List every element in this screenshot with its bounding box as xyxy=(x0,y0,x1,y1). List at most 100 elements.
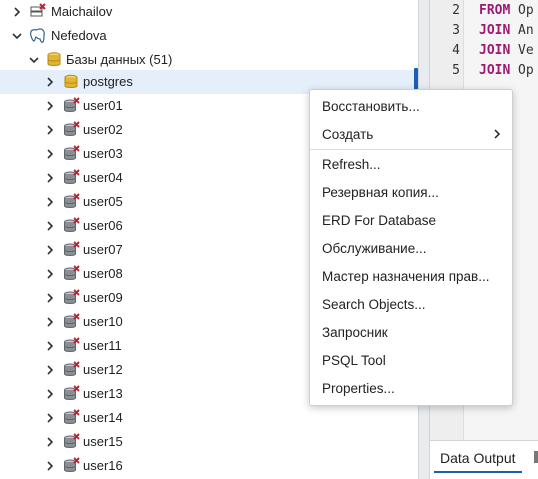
database-disconnected-icon xyxy=(62,337,80,355)
database-node-user14[interactable]: user14 xyxy=(0,406,418,430)
sql-keyword: FROM xyxy=(479,3,511,18)
database-disconnected-icon xyxy=(62,361,80,379)
server-node-nefedova[interactable]: Nefedova xyxy=(0,24,418,48)
line-number: 5 xyxy=(452,63,460,78)
database-disconnected-icon xyxy=(62,241,80,259)
menu-item-create[interactable]: Создать xyxy=(310,120,512,148)
database-disconnected-icon xyxy=(62,169,80,187)
chevron-right-icon[interactable] xyxy=(43,266,57,282)
chevron-right-icon[interactable] xyxy=(43,146,57,162)
database-disconnected-icon xyxy=(62,97,80,115)
database-disconnected-icon xyxy=(62,433,80,451)
databases-group-icon xyxy=(45,51,63,69)
tab-data-output[interactable]: Data Output xyxy=(434,445,522,473)
chevron-right-icon[interactable] xyxy=(43,170,57,186)
database-label: user16 xyxy=(83,458,123,473)
database-label: user13 xyxy=(83,386,123,401)
menu-item-restore[interactable]: Восстановить... xyxy=(310,92,512,120)
chevron-right-icon[interactable] xyxy=(43,458,57,474)
chevron-right-icon[interactable] xyxy=(43,410,57,426)
chevron-right-icon[interactable] xyxy=(43,386,57,402)
databases-group-label: Базы данных (51) xyxy=(66,52,173,67)
postgresql-elephant-icon xyxy=(29,27,47,45)
database-label: user09 xyxy=(83,290,123,305)
menu-item-label: PSQL Tool xyxy=(322,353,386,368)
database-disconnected-icon xyxy=(62,313,80,331)
database-label: user11 xyxy=(83,338,122,353)
chevron-right-icon[interactable] xyxy=(43,338,57,354)
menu-item-erd[interactable]: ERD For Database xyxy=(310,206,512,234)
database-label: user10 xyxy=(83,314,123,329)
database-label: user03 xyxy=(83,146,123,161)
chevron-right-icon[interactable] xyxy=(43,290,57,306)
database-node-user15[interactable]: user15 xyxy=(0,430,418,454)
menu-item-search-objects[interactable]: Search Objects... xyxy=(310,290,512,318)
database-disconnected-icon xyxy=(62,121,80,139)
menu-item-label: ERD For Database xyxy=(322,213,437,228)
chevron-right-icon[interactable] xyxy=(43,434,57,450)
database-disconnected-icon xyxy=(62,385,80,403)
chevron-right-icon[interactable] xyxy=(43,362,57,378)
server-label: Nefedova xyxy=(51,28,107,43)
menu-item-refresh[interactable]: Refresh... xyxy=(310,150,512,178)
chevron-right-icon[interactable] xyxy=(10,4,24,20)
database-label: user06 xyxy=(83,218,123,233)
database-label: user02 xyxy=(83,122,123,137)
chevron-down-icon[interactable] xyxy=(10,28,24,44)
chevron-right-icon[interactable] xyxy=(43,218,57,234)
chevron-right-icon[interactable] xyxy=(43,314,57,330)
database-connected-icon xyxy=(62,73,80,91)
sql-keyword: JOIN xyxy=(479,43,511,58)
database-disconnected-icon xyxy=(62,409,80,427)
menu-item-label: Search Objects... xyxy=(322,297,426,312)
database-disconnected-icon xyxy=(62,289,80,307)
databases-group-node[interactable]: Базы данных (51) xyxy=(0,48,418,72)
menu-item-maintenance[interactable]: Обслуживание... xyxy=(310,234,512,262)
code-line: 2 FROM Op xyxy=(430,0,538,22)
menu-item-label: Properties... xyxy=(322,381,395,396)
database-disconnected-icon xyxy=(62,193,80,211)
line-number: 2 xyxy=(452,3,460,18)
database-disconnected-icon xyxy=(62,145,80,163)
chevron-right-icon[interactable] xyxy=(43,242,57,258)
menu-item-label: Резервная копия... xyxy=(322,185,439,200)
results-tab-bar: Data Output xyxy=(430,440,538,479)
menu-item-label: Создать xyxy=(322,127,374,142)
sql-text: Ve xyxy=(518,43,534,58)
server-disconnected-icon xyxy=(29,3,47,21)
sql-keyword: JOIN xyxy=(479,63,511,78)
server-label: Maichailov xyxy=(51,4,113,19)
context-menu: Восстановить... Создать Refresh... Резер… xyxy=(309,89,513,406)
chevron-right-icon[interactable] xyxy=(43,74,57,90)
code-line: 4 JOIN Ve xyxy=(430,40,538,62)
chevron-right-icon[interactable] xyxy=(43,98,57,114)
menu-item-grant-wizard[interactable]: Мастер назначения прав... xyxy=(310,262,512,290)
menu-item-properties[interactable]: Properties... xyxy=(310,374,512,402)
database-node-user16[interactable]: user16 xyxy=(0,454,418,478)
sql-text: An xyxy=(518,23,534,38)
database-disconnected-icon xyxy=(62,457,80,475)
sql-text: Op xyxy=(518,63,534,78)
menu-item-query-tool[interactable]: Запросник xyxy=(310,318,512,346)
menu-item-label: Восстановить... xyxy=(322,99,420,114)
menu-item-label: Мастер назначения прав... xyxy=(322,269,490,284)
chevron-right-icon[interactable] xyxy=(43,194,57,210)
line-number: 3 xyxy=(452,23,460,38)
next-tab-partial[interactable] xyxy=(534,451,538,463)
chevron-down-icon[interactable] xyxy=(27,52,41,68)
database-label: user14 xyxy=(83,410,123,425)
menu-item-label: Refresh... xyxy=(322,157,381,172)
database-disconnected-icon xyxy=(62,265,80,283)
database-label: postgres xyxy=(83,74,133,89)
code-line: 5 JOIN Op xyxy=(430,60,538,82)
chevron-right-icon[interactable] xyxy=(43,122,57,138)
database-label: user01 xyxy=(83,98,123,113)
database-disconnected-icon xyxy=(62,217,80,235)
menu-item-backup[interactable]: Резервная копия... xyxy=(310,178,512,206)
server-node-maichailov[interactable]: Maichailov xyxy=(0,0,418,24)
menu-item-psql-tool[interactable]: PSQL Tool xyxy=(310,346,512,374)
database-label: user05 xyxy=(83,194,123,209)
code-line: 3 JOIN An xyxy=(430,20,538,42)
sql-text: Op xyxy=(518,3,534,18)
database-label: user07 xyxy=(83,242,123,257)
